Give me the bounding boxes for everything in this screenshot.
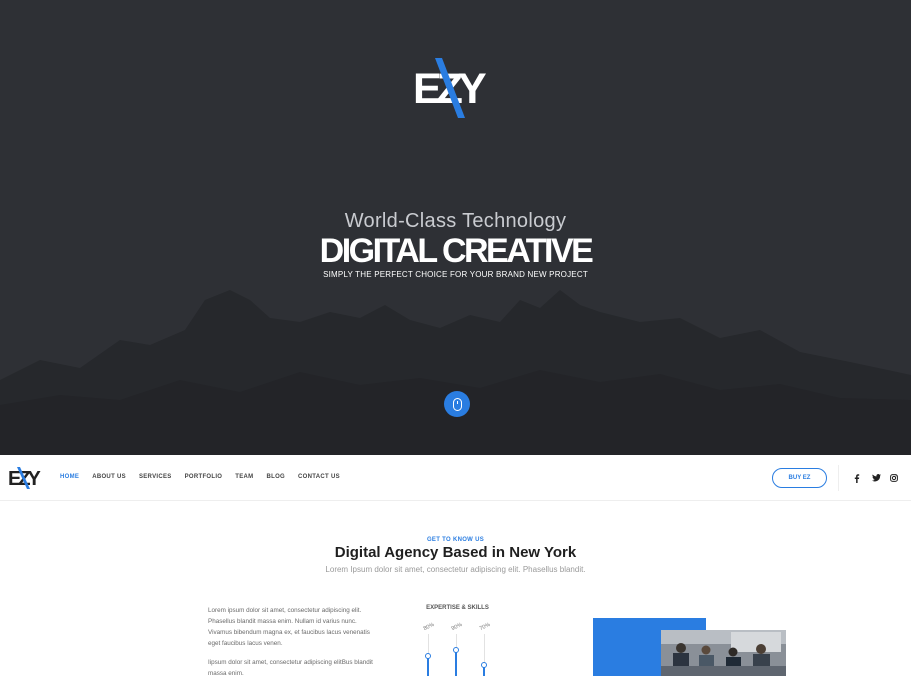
hero-subtitle: World-Class Technology: [344, 210, 567, 232]
about-paragraph-2: Iipsum dolor sit amet, consectetur adipi…: [208, 659, 373, 676]
skill-percent: 90%: [450, 621, 464, 633]
nav-item-services[interactable]: SERVICES: [139, 474, 172, 480]
twitter-icon[interactable]: [871, 473, 881, 483]
nav-menu: HOME ABOUT US SERVICES PORTFOLIO TEAM BL…: [60, 474, 340, 480]
skill-bar-2: 90%: [447, 622, 467, 676]
nav-item-blog[interactable]: BLOG: [266, 474, 285, 480]
hero-title: DIGITAL CREATIVE: [319, 232, 594, 270]
skill-knob[interactable]: [481, 662, 487, 668]
skill-fill: [455, 651, 457, 676]
skill-percent: 80%: [422, 621, 436, 633]
nav-item-contact-us[interactable]: CONTACT US: [298, 474, 340, 480]
about-paragraph-1: Lorem ipsum dolor sit amet, consectetur …: [208, 607, 370, 647]
nav-logo[interactable]: EZY: [8, 466, 44, 490]
team-photo: [661, 630, 786, 676]
nav-item-about-us[interactable]: ABOUT US: [92, 474, 126, 480]
section-title: Digital Agency Based in New York: [334, 544, 577, 561]
skill-knob[interactable]: [453, 647, 459, 653]
logo-slash-icon: [17, 467, 30, 489]
nav-item-home[interactable]: HOME: [60, 474, 79, 480]
hero-tagline: SIMPLY THE PERFECT CHOICE FOR YOUR BRAND…: [323, 270, 588, 279]
nav-item-team[interactable]: TEAM: [235, 474, 253, 480]
hero-section: EZY World-Class Technology DIGITAL CREAT…: [0, 0, 911, 455]
skills-title: EXPERTISE & SKILLS: [426, 605, 489, 611]
skill-bar-3: 70%: [475, 622, 495, 676]
mouse-icon: [452, 397, 462, 411]
instagram-icon[interactable]: [889, 473, 899, 483]
skill-knob[interactable]: [425, 653, 431, 659]
nav-item-portfolio[interactable]: PORTFOLIO: [185, 474, 223, 480]
skill-fill: [427, 656, 429, 676]
facebook-icon[interactable]: [852, 473, 862, 483]
hero-logo[interactable]: EZY: [413, 56, 493, 122]
scroll-down-button[interactable]: [444, 391, 470, 417]
logo-slash-icon: [435, 58, 465, 118]
section-lead: Lorem Ipsum dolor sit amet, consectetur …: [325, 565, 586, 574]
nav-divider: [838, 465, 839, 491]
skill-percent: 70%: [478, 621, 492, 633]
buy-button[interactable]: BUY EZ: [772, 468, 827, 488]
skill-bar-1: 80%: [419, 622, 439, 676]
section-eyebrow: GET TO KNOW US: [426, 537, 485, 543]
